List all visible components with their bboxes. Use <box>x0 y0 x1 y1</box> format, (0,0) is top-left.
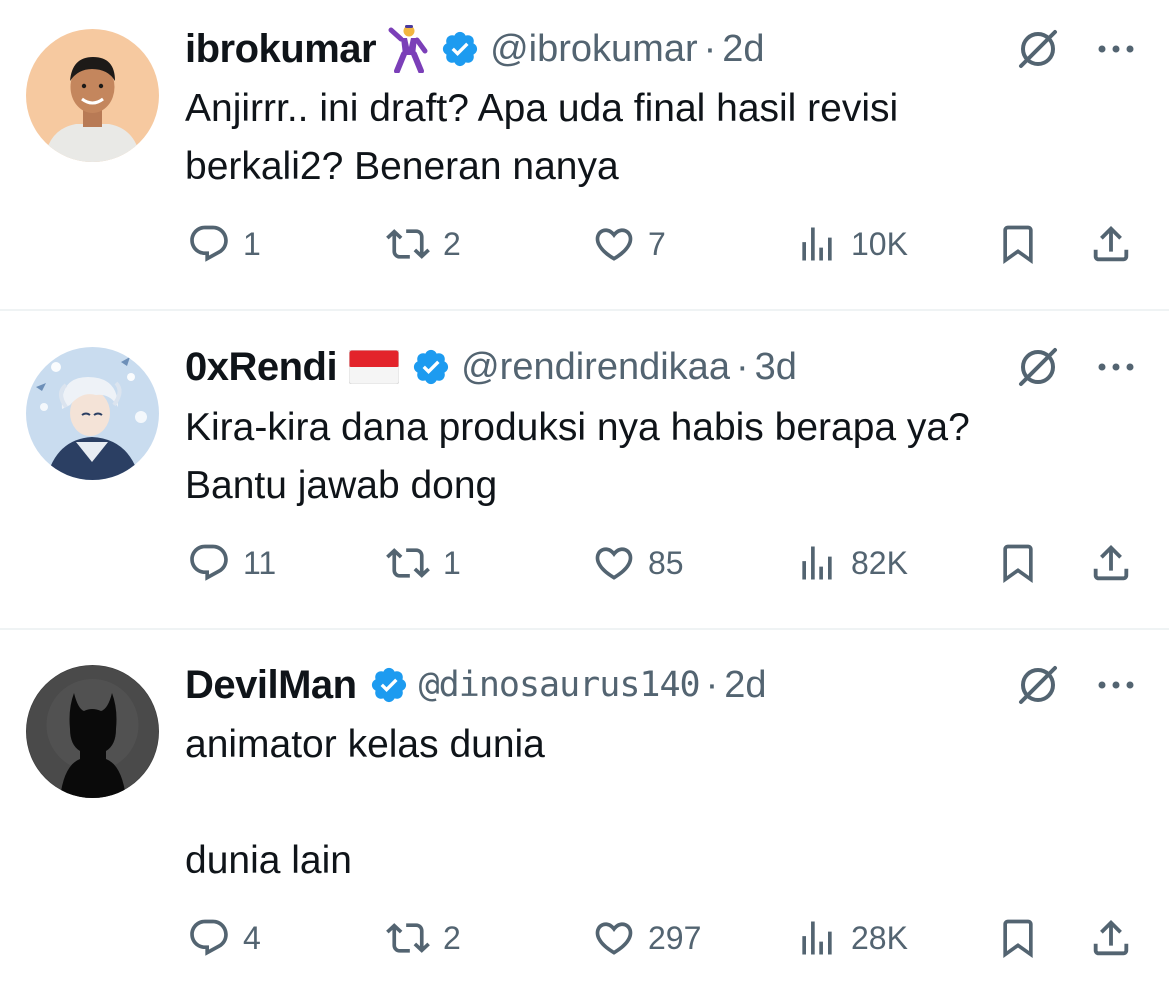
tweet-text-line: Kira-kira dana produksi nya habis berapa… <box>185 406 970 449</box>
tweet-text-line: Bantu jawab dong <box>185 464 498 507</box>
dancing-man-emoji-icon <box>388 25 428 73</box>
like-button[interactable]: 7 <box>592 214 666 274</box>
reply-button[interactable]: 4 <box>187 908 261 968</box>
bookmark-icon <box>996 222 1040 266</box>
like-count: 85 <box>648 544 684 581</box>
views-button[interactable]: 10K <box>795 214 908 274</box>
tweet-header: DevilMan @dinosaurus140 · 2d <box>185 657 767 713</box>
reply-icon <box>187 222 231 266</box>
more-options-icon[interactable] <box>1092 659 1140 711</box>
verified-badge-icon[interactable] <box>369 665 409 705</box>
avatar[interactable] <box>26 665 159 798</box>
share-icon <box>1088 540 1134 586</box>
timestamp[interactable]: 2d <box>722 28 764 71</box>
tweet-actions: 1 2 7 10K <box>0 214 1169 274</box>
tweet-text-line <box>185 774 1125 832</box>
tweet-text-line: dunia lain <box>185 839 352 882</box>
repost-icon <box>385 222 431 266</box>
reply-icon <box>187 541 231 585</box>
share-icon <box>1088 221 1134 267</box>
indonesia-flag-emoji-icon <box>349 350 400 384</box>
tweet-actions: 11 1 85 82K <box>0 533 1169 593</box>
user-handle[interactable]: @dinosaurus140 <box>419 665 701 705</box>
tweet-actions: 4 2 297 28K <box>0 908 1169 968</box>
views-bar-chart-icon <box>795 222 839 266</box>
tweet-header: ibrokumar @ibrokumar · 2d <box>185 21 765 77</box>
bookmark-icon <box>996 541 1040 585</box>
share-button[interactable] <box>1088 214 1134 274</box>
repost-icon <box>385 541 431 585</box>
like-button[interactable]: 85 <box>592 533 684 593</box>
views-bar-chart-icon <box>795 916 839 960</box>
verified-badge-icon[interactable] <box>411 347 451 387</box>
more-options-icon[interactable] <box>1092 341 1140 393</box>
views-bar-chart-icon <box>795 541 839 585</box>
reply-count: 11 <box>243 544 277 581</box>
heart-icon <box>592 541 636 585</box>
bookmark-button[interactable] <box>996 908 1040 968</box>
repost-count: 2 <box>443 919 461 956</box>
separator-dot: · <box>705 663 719 706</box>
repost-button[interactable]: 2 <box>385 214 461 274</box>
separator-dot: · <box>703 27 717 70</box>
grok-icon[interactable] <box>1012 23 1064 75</box>
like-button[interactable]: 297 <box>592 908 701 968</box>
more-options-icon[interactable] <box>1092 23 1140 75</box>
timestamp[interactable]: 2d <box>724 664 766 707</box>
share-button[interactable] <box>1088 533 1134 593</box>
tweet-header: 0xRendi @rendirendikaa · 3d <box>185 339 797 395</box>
grok-icon[interactable] <box>1012 659 1064 711</box>
separator-dot: · <box>735 345 749 388</box>
view-count: 82K <box>851 544 908 581</box>
reply-button[interactable]: 11 <box>187 533 276 593</box>
views-button[interactable]: 82K <box>795 533 908 593</box>
bookmark-button[interactable] <box>996 214 1040 274</box>
tweet[interactable]: ibrokumar @ibrokumar · 2d Anjirrr.. ini … <box>0 0 1169 310</box>
heart-icon <box>592 916 636 960</box>
tweet-text: Anjirrr.. ini draft? Apa uda final hasil… <box>185 80 1125 196</box>
tweet-text: animator kelas dunia dunia lain <box>185 716 1125 890</box>
tweet-text-line: berkali2? Beneran nanya <box>185 145 619 188</box>
display-name[interactable]: 0xRendi <box>185 345 338 390</box>
bookmark-button[interactable] <box>996 533 1040 593</box>
repost-button[interactable]: 1 <box>385 533 461 593</box>
view-count: 28K <box>851 919 908 956</box>
tweet[interactable]: 0xRendi @rendirendikaa · 3d Kira-kira da… <box>0 311 1169 628</box>
repost-count: 2 <box>443 225 461 262</box>
bookmark-icon <box>996 916 1040 960</box>
avatar[interactable] <box>26 29 159 162</box>
tweet-text-line: animator kelas dunia <box>185 723 545 766</box>
avatar[interactable] <box>26 347 159 480</box>
reply-button[interactable]: 1 <box>187 214 261 274</box>
display-name[interactable]: ibrokumar <box>185 27 377 72</box>
reply-count: 1 <box>243 225 261 262</box>
repost-count: 1 <box>443 544 461 581</box>
view-count: 10K <box>851 225 908 262</box>
verified-badge-icon[interactable] <box>440 29 480 69</box>
reply-icon <box>187 916 231 960</box>
reply-count: 4 <box>243 919 261 956</box>
tweet[interactable]: DevilMan @dinosaurus140 · 2d animator ke… <box>0 630 1169 1003</box>
user-handle[interactable]: @rendirendikaa <box>461 346 730 389</box>
share-button[interactable] <box>1088 908 1134 968</box>
user-handle[interactable]: @ibrokumar <box>490 28 698 71</box>
like-count: 7 <box>648 225 666 262</box>
timestamp[interactable]: 3d <box>755 346 797 389</box>
tweet-text: Kira-kira dana produksi nya habis berapa… <box>185 399 1125 515</box>
share-icon <box>1088 915 1134 961</box>
repost-button[interactable]: 2 <box>385 908 461 968</box>
views-button[interactable]: 28K <box>795 908 908 968</box>
like-count: 297 <box>648 919 702 956</box>
heart-icon <box>592 222 636 266</box>
display-name[interactable]: DevilMan <box>185 663 357 708</box>
grok-icon[interactable] <box>1012 341 1064 393</box>
tweet-text-line: Anjirrr.. ini draft? Apa uda final hasil… <box>185 87 899 130</box>
repost-icon <box>385 916 431 960</box>
